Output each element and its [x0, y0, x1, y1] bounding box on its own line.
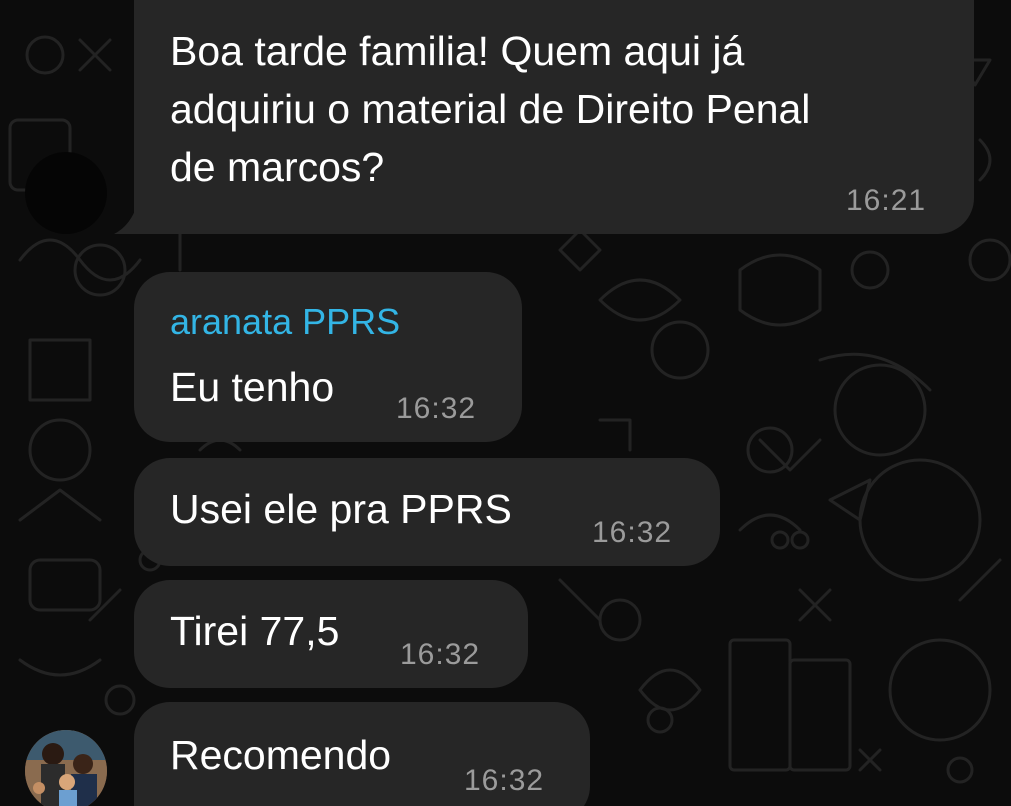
message-bubble[interactable]: Boa tarde familia! Quem aqui já adquiriu…	[134, 0, 974, 234]
message-time: 16:32	[464, 764, 545, 797]
message-time: 16:32	[592, 516, 673, 549]
message-text: Recomendo	[170, 732, 392, 778]
message-bubble[interactable]: aranata PPRS Eu tenho 16:32	[134, 272, 522, 442]
message-time: 16:21	[846, 184, 927, 217]
message-time: 16:32	[396, 392, 477, 425]
message-text: Usei ele pra PPRS	[170, 486, 512, 532]
message-text: Eu tenho	[170, 364, 335, 410]
sender-name[interactable]: aranata PPRS	[170, 300, 400, 344]
chat-view: Boa tarde familia! Quem aqui já adquiriu…	[0, 0, 1011, 806]
message-bubble[interactable]: Tirei 77,5 16:32	[134, 580, 528, 688]
message-bubble[interactable]: Recomendo 16:32	[134, 702, 590, 806]
message-text: Tirei 77,5	[170, 608, 340, 654]
message-time: 16:32	[400, 638, 481, 671]
avatar-family-photo	[25, 730, 107, 806]
avatar-blank[interactable]	[25, 152, 107, 234]
message-text: Boa tarde familia! Quem aqui já adquiriu…	[170, 28, 811, 190]
message-bubble[interactable]: Usei ele pra PPRS 16:32	[134, 458, 720, 566]
avatar-photo[interactable]	[25, 730, 107, 806]
